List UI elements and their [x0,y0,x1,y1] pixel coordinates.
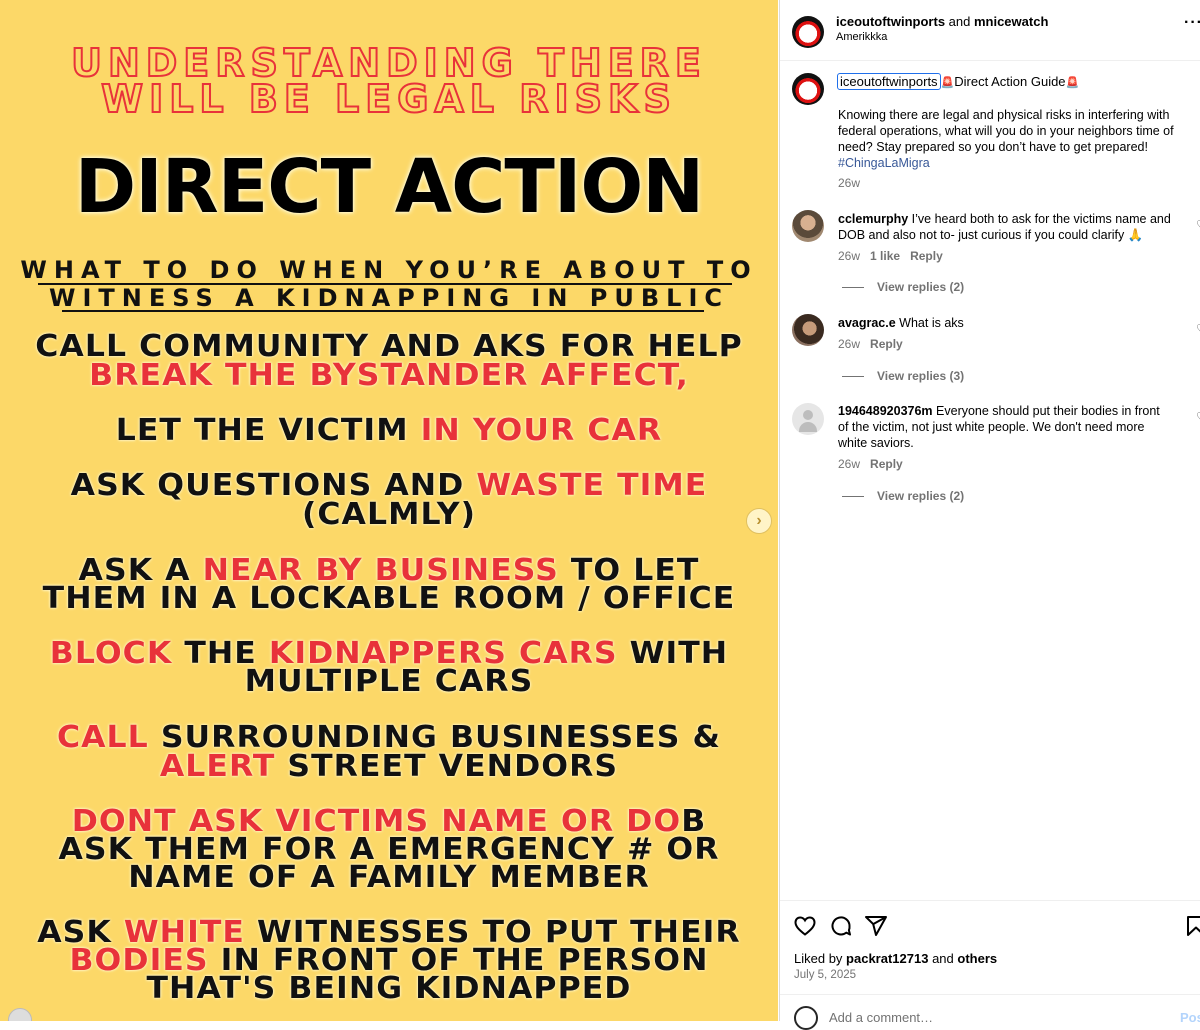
post-side-panel: iceoutoftwinports and mnicewatch Amerikk… [779,0,1200,1030]
more-horizontal-icon[interactable]: ··· [1184,14,1200,32]
comment-bubble-icon[interactable] [829,914,853,938]
header-divider [780,60,1200,61]
comment-likes-link[interactable]: 1 like [870,249,900,263]
comment-box-divider [780,994,1200,995]
comment-line: Everyone should put their bodies in fron… [936,404,1160,418]
liked-by-others-link[interactable]: others [957,951,997,966]
reply-button[interactable]: Reply [870,337,903,351]
hashtag-link[interactable]: #ChingaLaMigra [838,155,1174,171]
subtitle-underline-2 [62,310,704,312]
poster-subtitle-line-1: WHAT TO DO WHEN YOU’RE ABOUT TO [20,256,758,284]
caption-title-line: iceoutoftwinports 🚨Direct Action Guide🚨 [837,73,1080,90]
poster-title-line-2: WILL BE LEGAL RISKS [100,77,677,121]
comment-1-text: cclemurphy I’ve heard both to ask for th… [838,211,1171,243]
reply-button[interactable]: Reply [870,457,903,471]
caption-author-avatar[interactable] [792,73,824,105]
tagged-user-indicator[interactable] [8,1008,32,1021]
comment-line: What is aks [899,316,964,330]
caption-username-link[interactable]: iceoutoftwinports [837,73,941,90]
post-comment-button[interactable]: Post [1180,1010,1200,1025]
emoji-picker-icon[interactable] [794,1006,818,1030]
poster-tip-2: LET THE VICTIM IN YOUR CAR [0,416,778,446]
liked-by-user-link[interactable]: packrat12713 [846,951,928,966]
siren-emoji-icon: 🚨 [1065,77,1080,89]
tip-6-black-b: STREET VENDORS [275,749,619,784]
poster-tip-7-line-3: NAME OF A FAMILY MEMBER [128,860,650,895]
comment-line: I’ve heard both to ask for the victims n… [911,212,1171,226]
poster-tip-1-line-2: BREAK THE BYSTANDER AFFECT, [89,358,689,393]
like-comment-heart-icon[interactable]: ♡ [1196,410,1200,424]
tip-3-red: WASTE TIME [476,468,708,503]
post-header-users: iceoutoftwinports and mnicewatch [836,14,1048,29]
save-bookmark-icon[interactable] [1184,914,1200,938]
comment-3-meta: 26w Reply [838,457,903,471]
commenter-avatar[interactable] [792,314,824,346]
comment-line: DOB and also not to- just curious if you… [838,228,1125,242]
poster-tip-5-line-2: MULTIPLE CARS [244,664,534,699]
poster-tip-6-line-2: ALERT STREET VENDORS [0,752,778,782]
comment-2-meta: 26w Reply [838,337,903,351]
next-slide-chevron-icon[interactable]: › [746,508,772,534]
comment-username-link[interactable]: avagrac.e [838,316,896,330]
view-replies-button[interactable]: View replies (2) [877,280,964,294]
tip-5-red-a: BLOCK [49,636,173,671]
poster-tip-3-line-2: (CALMLY) [301,497,477,532]
like-heart-icon[interactable] [793,914,817,938]
caption-body: Knowing there are legal and physical ris… [838,107,1174,171]
tip-5-black-b: WITH [617,636,729,671]
tip-2-black: LET THE VICTIM [115,413,421,448]
comment-2-text: avagrac.e What is aks [838,315,964,331]
view-replies-line [842,496,864,497]
view-replies-line [842,287,864,288]
location-link[interactable]: Amerikkka [836,31,887,43]
like-comment-heart-icon[interactable]: ♡ [1196,218,1200,232]
actions-divider [780,900,1200,901]
comment-username-link[interactable]: 194648920376m [838,404,933,418]
tip-6-red-b: ALERT [159,749,276,784]
comment-timestamp[interactable]: 26w [838,457,860,471]
comment-3-text: 194648920376m Everyone should put their … [838,403,1160,451]
view-replies-button[interactable]: View replies (3) [877,369,964,383]
like-comment-heart-icon[interactable]: ♡ [1196,322,1200,336]
pray-emoji-icon: 🙏 [1127,228,1144,242]
liked-by-text: Liked by packrat12713 and others [794,951,997,966]
header-and-text: and [945,14,974,29]
caption-line-1: Knowing there are legal and physical ris… [838,108,1170,122]
comment-line: of the victim, not just white people. We… [838,420,1145,434]
tip-6-red-a: CALL [56,720,149,755]
comment-1-meta: 26w 1 like Reply [838,249,943,263]
collaborator-username-link[interactable]: mnicewatch [974,14,1048,29]
comment-username-link[interactable]: cclemurphy [838,212,908,226]
share-paper-plane-icon[interactable] [864,914,888,938]
siren-emoji-icon: 🚨 [940,77,955,89]
author-avatar[interactable] [792,16,824,48]
post-image: UNDERSTANDING THERE WILL BE LEGAL RISKS … [0,0,778,1021]
reply-button[interactable]: Reply [910,249,943,263]
post-date[interactable]: July 5, 2025 [794,969,856,981]
caption-title: Direct Action Guide [954,74,1066,89]
poster-headline: DIRECT ACTION [74,144,704,230]
comment-timestamp[interactable]: 26w [838,249,860,263]
author-username-link[interactable]: iceoutoftwinports [836,14,945,29]
caption-timestamp[interactable]: 26w [838,176,860,190]
commenter-avatar[interactable] [792,210,824,242]
comment-timestamp[interactable]: 26w [838,337,860,351]
view-replies-line [842,376,864,377]
poster-subtitle-line-2: WITNESS A KIDNAPPING IN PUBLIC [49,284,729,312]
liked-by-prefix: Liked by [794,951,847,966]
add-comment-input[interactable]: Add a comment… [829,1010,933,1025]
default-avatar-icon[interactable] [792,403,824,435]
liked-by-and: and [928,951,958,966]
comment-line: white saviors. [838,436,914,450]
poster-tip-8-line-3: THAT'S BEING KIDNAPPED [146,971,632,1006]
caption-line-3: need? Stay prepared so you don’t have to… [838,140,1148,154]
tip-2-red: IN YOUR CAR [420,413,663,448]
poster-tip-4-line-2: THEM IN A LOCKABLE ROOM / OFFICE [42,581,736,616]
view-replies-button[interactable]: View replies (2) [877,489,964,503]
caption-line-2: federal operations, what will you do in … [838,124,1174,138]
